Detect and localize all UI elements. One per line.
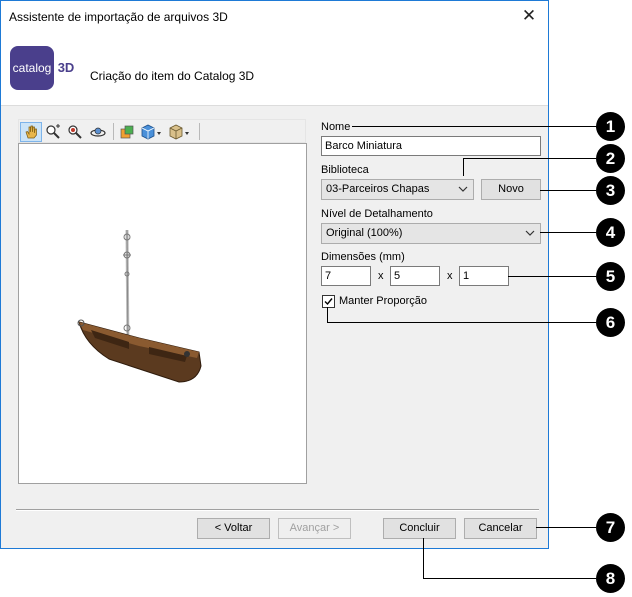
import-wizard-window: Assistente de importação de arquivos 3D … [0, 0, 549, 549]
callout-line-8-drop [423, 538, 424, 578]
callout-line-7 [536, 527, 596, 528]
back-button[interactable]: < Voltar [197, 518, 270, 539]
preview-toolbar [18, 119, 306, 143]
orbit-icon[interactable] [87, 122, 109, 142]
callout-line-3 [540, 190, 596, 191]
dimensions-label: Dimensões (mm) [321, 251, 405, 263]
library-select-value: 03-Parceiros Chapas [326, 183, 430, 195]
callout-badge-6: 6 [596, 308, 625, 337]
close-icon[interactable]: ✕ [518, 5, 540, 27]
dimension-x-field[interactable]: 7 [321, 266, 371, 286]
callout-badge-2: 2 [596, 144, 625, 173]
detail-level-label: Nível de Detalhamento [321, 208, 433, 220]
callout-line-4 [540, 232, 596, 233]
toolbar-separator [199, 123, 200, 140]
name-label: Nome [321, 121, 351, 133]
zoom-plus-icon[interactable] [43, 122, 63, 142]
chevron-down-icon [525, 230, 535, 236]
window-title: Assistente de importação de arquivos 3D [9, 10, 228, 24]
dimension-separator: x [447, 270, 453, 282]
detail-level-select[interactable]: Original (100%) [321, 223, 541, 244]
callout-line-2-drop [463, 158, 464, 176]
cube-view-icon[interactable] [139, 122, 165, 142]
footer-divider [16, 509, 539, 511]
finish-button[interactable]: Concluir [383, 518, 456, 539]
next-button: Avançar > [278, 518, 351, 539]
callout-line-6 [327, 322, 596, 323]
checkmark-icon [324, 298, 333, 306]
library-select[interactable]: 03-Parceiros Chapas [321, 179, 474, 200]
zoom-icon[interactable] [65, 122, 85, 142]
library-label: Biblioteca [321, 164, 369, 176]
dimension-z-field[interactable]: 1 [459, 266, 509, 286]
callout-line-2 [463, 158, 596, 159]
new-library-button[interactable]: Novo [481, 179, 541, 200]
callout-badge-8: 8 [596, 564, 625, 593]
keep-proportion-label[interactable]: Manter Proporção [339, 295, 427, 307]
material-icon[interactable] [117, 122, 137, 142]
callout-line-5 [508, 276, 596, 277]
toolbar-separator [113, 123, 114, 140]
title-bar: Assistente de importação de arquivos 3D … [1, 1, 548, 32]
callout-line-6-drop [327, 307, 328, 322]
callout-badge-7: 7 [596, 513, 625, 542]
cancel-button[interactable]: Cancelar [464, 518, 537, 539]
callout-badge-1: 1 [596, 112, 625, 141]
keep-proportion-checkbox[interactable] [322, 295, 335, 308]
box-icon[interactable] [167, 122, 193, 142]
chevron-down-icon [458, 186, 468, 192]
callout-line-8 [423, 578, 596, 579]
pan-hand-icon[interactable] [20, 122, 42, 142]
name-field[interactable]: Barco Miniatura [321, 136, 541, 156]
svg-text:3D: 3D [58, 60, 75, 75]
header-title: Criação do item do Catalog 3D [90, 69, 255, 83]
callout-line-1 [352, 126, 596, 127]
dimension-separator: x [378, 270, 384, 282]
svg-text:catalog: catalog [13, 61, 52, 75]
catalog-3d-logo: catalog 3D [10, 46, 75, 90]
dimension-y-field[interactable]: 5 [390, 266, 440, 286]
boat-model [77, 229, 202, 383]
detail-level-value: Original (100%) [326, 227, 403, 239]
wizard-header: catalog 3D Criação do item do Catalog 3D [1, 32, 548, 106]
3d-preview-viewport[interactable] [18, 143, 307, 484]
callout-badge-4: 4 [596, 218, 625, 247]
callout-badge-3: 3 [596, 176, 625, 205]
callout-badge-5: 5 [596, 262, 625, 291]
